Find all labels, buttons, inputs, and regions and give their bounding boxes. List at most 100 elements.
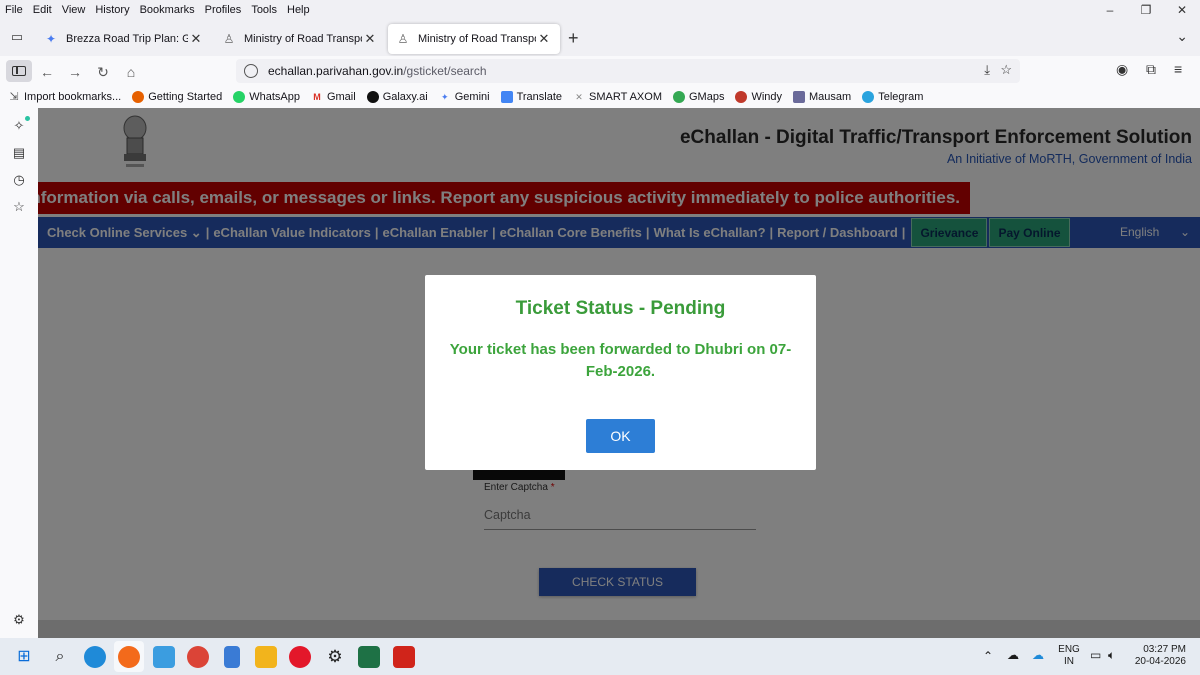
close-tab-icon[interactable]: ✕ xyxy=(362,31,378,47)
volume-icon[interactable]: 🔈︎ xyxy=(1108,649,1115,661)
bookmark-gmaps[interactable]: GMaps xyxy=(672,91,725,103)
bookmark-label: GMaps xyxy=(688,91,725,103)
ok-button[interactable]: OK xyxy=(586,419,655,453)
back-arrow-icon[interactable]: ← xyxy=(36,61,58,83)
onedrive-blue-icon[interactable]: ☁ xyxy=(1032,649,1044,661)
url-domain: echallan.parivahan.gov.in xyxy=(268,64,404,78)
tab-title: Ministry of Road Transport and xyxy=(244,33,362,45)
bookmark-label: Telegram xyxy=(878,91,924,103)
menu-profiles[interactable]: Profiles xyxy=(205,4,242,16)
bookmark-star-icon[interactable]: ☆ xyxy=(1000,62,1012,78)
tab-title: Brezza Road Trip Plan: Guwahati xyxy=(66,33,188,45)
region-code: IN xyxy=(1064,656,1074,667)
notepad-icon[interactable] xyxy=(224,646,240,668)
file-explorer-icon[interactable] xyxy=(255,646,277,668)
bookmark-windy[interactable]: Windy xyxy=(735,91,782,103)
bookmark-label: Getting Started xyxy=(148,91,223,103)
home-icon[interactable]: ⌂ xyxy=(120,61,142,83)
tab-title: Ministry of Road Transport and xyxy=(418,33,536,45)
synced-tabs-icon[interactable]: ▤ xyxy=(11,145,27,161)
chrome-icon[interactable] xyxy=(187,646,209,668)
web-page: eChallan - Digital Traffic/Transport Enf… xyxy=(38,108,1200,638)
reload-icon[interactable]: ↻ xyxy=(92,61,114,83)
menu-view[interactable]: View xyxy=(62,4,86,16)
bookmark-label: Windy xyxy=(751,91,783,103)
menu-history[interactable]: History xyxy=(95,4,129,16)
clock-time: 03:27 PM xyxy=(1143,644,1186,655)
bookmark-import[interactable]: ⇲ Import bookmarks... xyxy=(8,91,121,103)
gmail-icon: M xyxy=(313,92,321,102)
tab-brezza[interactable]: ✦ Brezza Road Trip Plan: Guwahati ✕ xyxy=(36,24,212,54)
acrobat-icon[interactable] xyxy=(393,646,415,668)
bookmark-gmail[interactable]: M Gmail xyxy=(311,91,356,103)
gemini-sparkle-icon: ✦ xyxy=(45,32,57,46)
input-language-indicator[interactable]: ENG IN xyxy=(1058,644,1080,668)
bookmark-translate[interactable]: Translate xyxy=(500,91,562,103)
app-menu-icon[interactable]: ≡ xyxy=(1174,61,1182,77)
bookmark-whatsapp[interactable]: WhatsApp xyxy=(233,91,300,103)
download-page-icon[interactable]: ⤓ xyxy=(984,62,990,78)
clock-date: 20-04-2026 xyxy=(1134,656,1186,667)
extensions-icon[interactable]: ⧉ xyxy=(1146,61,1156,78)
chatgpt-icon[interactable]: ⚙ xyxy=(324,646,346,668)
excel-icon[interactable] xyxy=(358,646,380,668)
url-text[interactable]: echallan.parivahan.gov.in/gsticket/searc… xyxy=(268,64,487,78)
bookmark-mausam[interactable]: Mausam xyxy=(793,91,851,103)
bookmark-gemini[interactable]: ✦ Gemini xyxy=(439,91,490,103)
tab-bar: ▭ ✦ Brezza Road Trip Plan: Guwahati ✕ ♙ … xyxy=(0,20,1200,56)
search-icon[interactable]: ⌕ xyxy=(49,646,71,668)
forward-arrow-icon[interactable]: → xyxy=(64,61,86,83)
bookmark-label: WhatsApp xyxy=(249,91,300,103)
bookmark-label: Gmail xyxy=(326,91,356,103)
windy-icon xyxy=(735,91,748,103)
emblem-icon: ♙ xyxy=(223,32,235,46)
bookmark-label: Gemini xyxy=(454,91,490,103)
edge-browser-icon[interactable] xyxy=(84,646,106,668)
bookmark-label: Mausam xyxy=(809,91,852,103)
opera-icon[interactable] xyxy=(289,646,311,668)
menu-bookmarks[interactable]: Bookmarks xyxy=(140,4,195,16)
import-icon: ⇲ xyxy=(9,91,19,103)
photos-icon[interactable] xyxy=(153,646,175,668)
menu-bar: File Edit View History Bookmarks Profile… xyxy=(0,0,1200,20)
bookmark-label: Galaxy.ai xyxy=(382,91,428,103)
bookmark-getting-started[interactable]: Getting Started xyxy=(132,91,222,103)
tab-morth-active[interactable]: ♙ Ministry of Road Transport and ✕ xyxy=(388,24,560,54)
sidebar-settings-gear-icon[interactable]: ⚙ xyxy=(11,612,27,628)
maps-pin-icon xyxy=(672,91,685,103)
dialog-message: Your ticket has been forwarded to Dhubri… xyxy=(449,341,792,380)
bookmark-smart-axom[interactable]: ✕ SMART AXOM xyxy=(573,91,662,103)
bookmark-telegram[interactable]: Telegram xyxy=(862,91,923,103)
address-bar[interactable]: echallan.parivahan.gov.in/gsticket/searc… xyxy=(236,59,1020,83)
restore-button[interactable]: ❐ xyxy=(1128,0,1164,20)
ticket-status-dialog: Ticket Status - Pending Your ticket has … xyxy=(425,275,816,470)
menu-tools[interactable]: Tools xyxy=(251,4,277,16)
menu-file[interactable]: File xyxy=(5,4,23,16)
bookmark-galaxy[interactable]: Galaxy.ai xyxy=(366,91,428,103)
system-clock[interactable]: 03:27 PM 20-04-2026 xyxy=(1135,644,1186,668)
menu-edit[interactable]: Edit xyxy=(33,4,52,16)
tab-morth-1[interactable]: ♙ Ministry of Road Transport and ✕ xyxy=(214,24,386,54)
close-tab-icon[interactable]: ✕ xyxy=(188,31,204,47)
account-icon[interactable]: ◉ xyxy=(1116,61,1128,78)
bookmarks-star-icon[interactable]: ☆ xyxy=(11,199,27,215)
minimize-button[interactable]: – xyxy=(1092,0,1128,20)
network-icon[interactable]: ▭ xyxy=(1090,649,1101,661)
new-tab-icon[interactable]: + xyxy=(568,29,579,47)
firefox-icon xyxy=(132,91,145,103)
menu-help[interactable]: Help xyxy=(287,4,310,16)
history-clock-icon[interactable]: ◷ xyxy=(11,172,27,188)
tab-overflow-chevron-icon[interactable]: ⌄ xyxy=(1176,28,1188,45)
windows-start-icon[interactable]: ⊞ xyxy=(13,646,35,668)
firefox-icon[interactable] xyxy=(118,646,140,668)
tray-overflow-chevron-icon[interactable]: ⌃ xyxy=(983,650,993,662)
bookmark-label: Import bookmarks... xyxy=(24,91,122,103)
close-window-button[interactable]: ✕ xyxy=(1164,0,1200,20)
ai-chatbot-icon[interactable]: ✧ xyxy=(11,118,27,134)
tab-list-icon[interactable]: ▭ xyxy=(8,29,26,47)
sidebar-toggle-icon[interactable] xyxy=(6,60,32,82)
onedrive-cloud-icon[interactable]: ☁ xyxy=(1007,649,1019,661)
windows-taskbar: ⊞ ⌕ ⚙ ⌃ ☁ ☁ ENG IN ▭ 🔈︎ 03:27 PM 20-04-202… xyxy=(0,638,1200,675)
tracking-shield-icon[interactable] xyxy=(244,64,258,78)
close-tab-icon[interactable]: ✕ xyxy=(536,31,552,47)
